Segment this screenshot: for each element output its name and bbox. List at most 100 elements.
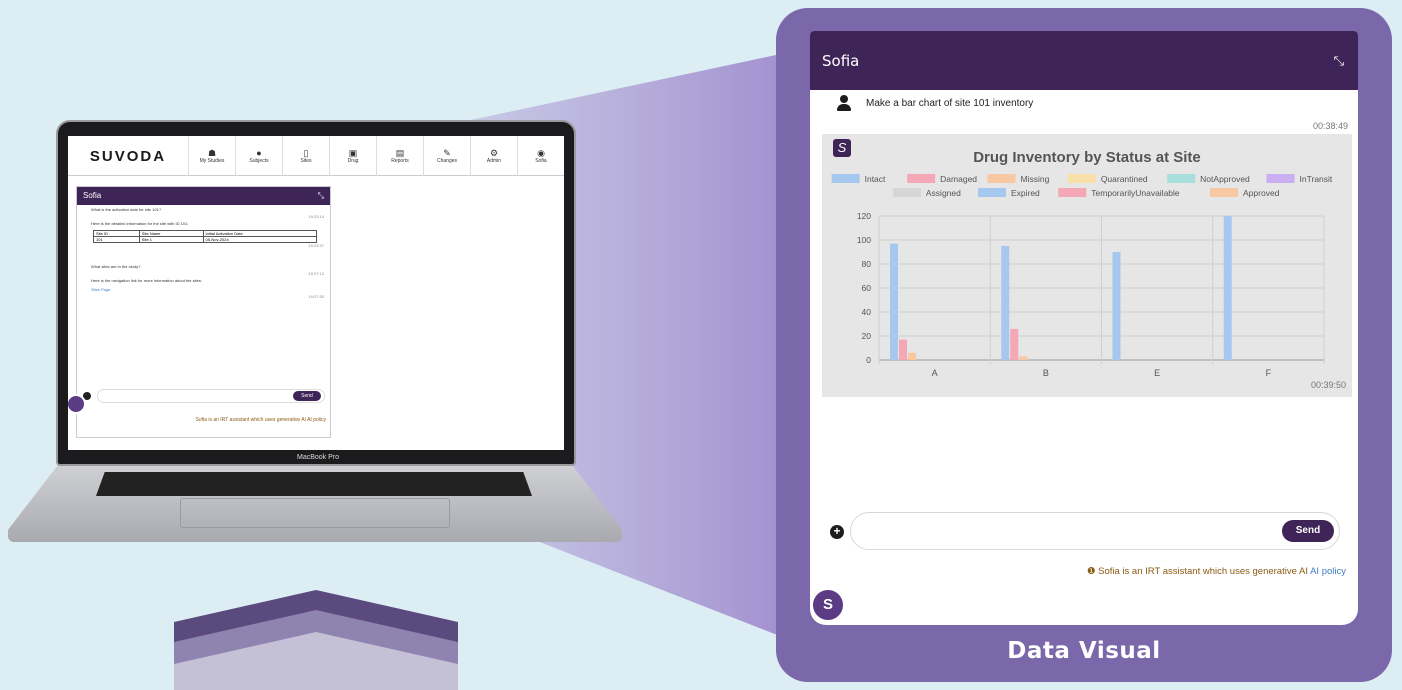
y-tick-label: 120 [857, 211, 871, 221]
info-icon: ❶ [1086, 566, 1099, 577]
legend-swatch [1210, 188, 1239, 197]
user-message: Make a bar chart of site 101 inventory [836, 95, 1033, 111]
nav-admin[interactable]: ⚙ Admin [470, 136, 517, 176]
ai-policy-link[interactable]: AI policy [1310, 566, 1346, 577]
nav-sites[interactable]: ▯ Sites [282, 136, 329, 176]
legend-swatch [1067, 174, 1096, 183]
nav-label: Sites [300, 158, 312, 164]
x-tick-label: F [1266, 368, 1272, 378]
bot-chart-message: Drug Inventory by Status at Site Intact Da… [822, 134, 1352, 397]
sofia-avatar[interactable]: S [811, 588, 845, 622]
bot-timestamp: 00:39:50 [1310, 380, 1346, 390]
bar [899, 339, 907, 360]
nav-my-studies[interactable]: ☗ My Studies [188, 136, 235, 176]
laptop-screen: SUVODA ☗ My Studies ● Subjects ▯ Sites ▣ Dru… [68, 136, 564, 450]
user-message-text: Make a bar chart of site 101 inventory [866, 97, 1034, 109]
nav-label: Reports [391, 158, 409, 164]
bar [890, 243, 898, 360]
y-tick-label: 60 [862, 283, 872, 293]
plus-icon[interactable]: + [830, 525, 844, 539]
briefcase-icon: ▣ [348, 148, 358, 158]
nav-sofia[interactable]: ◉ Sofia [517, 136, 564, 176]
sofia-bot-icon: S [833, 139, 851, 157]
nav-reports[interactable]: ▤ Reports [376, 136, 423, 176]
x-tick-label: A [932, 368, 938, 378]
mini-disclaimer: Sofia is an IRT assistant which uses gen… [195, 417, 326, 423]
y-tick-label: 40 [862, 307, 872, 317]
chart-title: Drug Inventory by Status at Site [973, 149, 1201, 166]
mini-chat-title: Sofia [83, 191, 102, 200]
gears-icon: ⚙ [489, 148, 499, 158]
nav-label: Drug [347, 158, 359, 164]
legend-swatch [1058, 188, 1087, 197]
mini-timestamp: 19:27:30 [308, 294, 324, 299]
mini-bot-msg: Here is the navigation link for more inf… [91, 278, 202, 283]
chart-icon: ▤ [395, 148, 405, 158]
collapse-icon[interactable]: ⤡ [1334, 53, 1344, 69]
user-icon [836, 95, 852, 111]
legend-swatch [1167, 174, 1196, 183]
y-tick-label: 100 [857, 235, 871, 245]
mini-bot-msg: Here is the detailed information for the… [91, 221, 189, 226]
legend-label: Damaged [940, 174, 977, 184]
mini-timestamp: 19:23:37 [308, 243, 324, 248]
org-chart-icon: ☗ [207, 148, 217, 158]
legend-label: TemporarilyUnavailable [1091, 188, 1180, 198]
bar [1019, 356, 1028, 360]
user-timestamp: 00:38:49 [1312, 121, 1348, 131]
legend-label: Expired [1011, 188, 1040, 198]
legend-swatch [831, 174, 860, 183]
building-icon: ▯ [303, 148, 309, 158]
card-caption: Data Visual [1007, 638, 1161, 664]
nav-label: My Studies [199, 158, 225, 164]
bar [1223, 216, 1232, 360]
collapse-icon[interactable]: ⤡ [318, 191, 324, 201]
legend-swatch [977, 188, 1006, 197]
disclaimer: ❶ Sofia is an IRT assistant which uses g… [1087, 566, 1346, 577]
table-cell: 05-Nov-2024 [202, 236, 318, 243]
app-navbar: SUVODA ☗ My Studies ● Subjects ▯ Sites ▣ Dru… [68, 136, 564, 176]
mini-user-msg: What sites are in the study? [91, 264, 141, 269]
mini-sites-link[interactable]: Sites Page [77, 285, 330, 294]
chat-header: Sofia ⤡ [810, 31, 1358, 90]
y-tick-label: 80 [862, 259, 872, 269]
person-icon: ● [256, 148, 262, 158]
legend-label: Quarantined [1101, 174, 1148, 184]
legend-label: Approved [1243, 188, 1280, 198]
legend-swatch [987, 174, 1016, 183]
mini-send-button[interactable]: Send [293, 391, 321, 401]
laptop-trackpad [180, 498, 450, 528]
chat-input-row: + Send [824, 512, 1344, 550]
data-visual-card: Sofia ⤡ Make a bar chart of site 101 inv… [776, 8, 1392, 682]
nav-label: Subjects [249, 158, 269, 164]
nav-drug[interactable]: ▣ Drug [329, 136, 376, 176]
mini-chat-input[interactable] [97, 389, 325, 403]
legend-label: Missing [1021, 174, 1050, 184]
nav-label: Changes [436, 158, 457, 164]
suvoda-logo: SUVODA [89, 147, 167, 165]
bar [908, 352, 916, 360]
send-button[interactable]: Send [1282, 520, 1334, 542]
laptop-keyboard [96, 472, 532, 496]
mini-chat-header: Sofia ⤡ [77, 187, 330, 205]
laptop: SUVODA ☗ My Studies ● Subjects ▯ Sites ▣ Dru… [56, 120, 576, 466]
mini-chat-panel: Sofia ⤡ What is the activation date for s… [76, 186, 331, 438]
bar [1001, 246, 1010, 360]
nav-changes[interactable]: ✎ Changes [423, 136, 470, 176]
legend-label: Assigned [926, 188, 961, 198]
nav-subjects[interactable]: ● Subjects [235, 136, 282, 176]
x-tick-label: E [1154, 368, 1160, 378]
legend-label: Intact [865, 174, 886, 184]
chevron-up-icon [174, 632, 458, 690]
chat-input[interactable] [850, 512, 1340, 550]
sofia-icon: ◉ [537, 148, 545, 158]
chat-title: Sofia [822, 51, 860, 70]
y-tick-label: 20 [862, 331, 872, 341]
legend-swatch [892, 188, 921, 197]
sofia-chat-panel: Sofia ⤡ Make a bar chart of site 101 inv… [810, 31, 1358, 625]
legend-label: InTransit [1300, 174, 1333, 184]
edit-icon: ✎ [443, 148, 451, 158]
nav-label: Admin [486, 158, 502, 164]
macbook-label: MacBook Pro [296, 454, 340, 461]
x-tick-label: B [1043, 368, 1049, 378]
